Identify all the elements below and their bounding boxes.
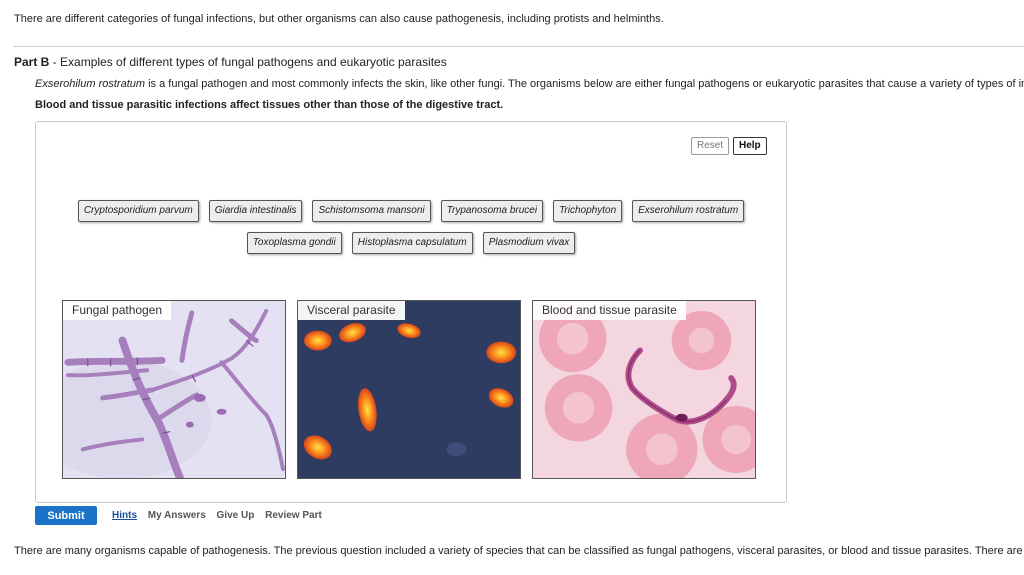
reset-button[interactable]: Reset [691,137,730,155]
chip-row-2: Toxoplasma gondii Histoplasma capsulatum… [36,232,786,254]
trypanosome-blood-smear [533,301,755,478]
organism-chip[interactable]: Cryptosporidium parvum [77,200,199,222]
my-answers-link[interactable]: My Answers [148,510,206,521]
part-note: Blood and tissue parasitic infections af… [35,99,504,111]
hints-link[interactable]: Hints [112,510,137,521]
drag-drop-panel: Reset Help Cryptosporidium parvum Giardi… [35,121,787,503]
drop-target-fungal-pathogen[interactable]: Fungal pathogen [62,300,286,479]
description-text: is a fungal pathogen and most commonly i… [145,78,1024,90]
organism-chip[interactable]: Plasmodium vivax [482,232,576,254]
organism-chip[interactable]: Trypanosoma brucei [440,200,544,222]
target-label: Fungal pathogen [63,301,172,320]
organism-chip[interactable]: Histoplasma capsulatum [351,232,473,254]
part-separator: - [49,55,61,69]
review-part-link[interactable]: Review Part [265,510,322,521]
help-button[interactable]: Help [733,137,767,155]
species-name: Exserohilum rostratum [35,78,146,90]
intro-text: There are different categories of fungal… [14,13,664,25]
fungal-hyphae-micrograph [63,301,285,478]
part-description: Exserohilum rostratum is a fungal pathog… [35,78,1024,90]
answer-actions: Hints My Answers Give Up Review Part [112,510,330,521]
part-title: Examples of different types of fungal pa… [60,55,447,69]
fluorescent-parasite-micrograph [298,301,520,478]
organism-chip[interactable]: Schistomsoma mansoni [312,200,431,222]
target-label: Blood and tissue parasite [533,301,686,320]
organism-chip[interactable]: Trichophyton [553,200,623,222]
chip-row-1: Cryptosporidium parvum Giardia intestina… [36,200,786,222]
give-up-link[interactable]: Give Up [217,510,255,521]
organism-chip[interactable]: Giardia intestinalis [208,200,303,222]
part-label: Part B [14,55,50,69]
drop-target-visceral-parasite[interactable]: Visceral parasite [297,300,521,479]
organism-chip[interactable]: Exserohilum rostratum [632,200,745,222]
part-heading: Part B - Examples of different types of … [14,55,447,69]
target-label: Visceral parasite [298,301,405,320]
organism-chip[interactable]: Toxoplasma gondii [246,232,342,254]
drop-target-blood-tissue-parasite[interactable]: Blood and tissue parasite [532,300,756,479]
submit-button[interactable]: Submit [35,506,97,525]
section-divider [13,46,1024,47]
next-part-text: There are many organisms capable of path… [14,545,1024,557]
